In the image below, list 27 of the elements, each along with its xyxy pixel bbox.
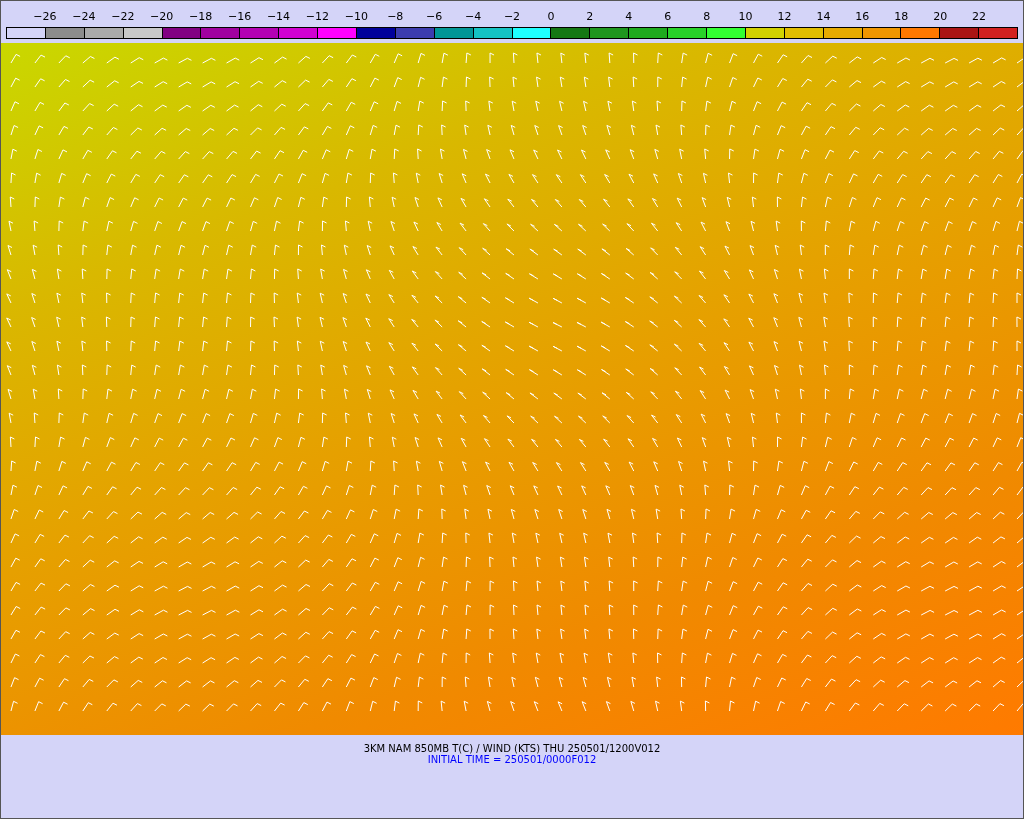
scale-label: −6 xyxy=(425,9,444,23)
scale-label: 10 xyxy=(737,9,754,23)
scale-label: −2 xyxy=(502,9,522,23)
scale-label: 22 xyxy=(971,9,988,23)
scale-label: −18 xyxy=(188,9,214,23)
scale-label: 18 xyxy=(893,9,910,23)
chart-title: 3KM NAM 850MB T(C) / WIND (KTS) THU 250501/1200V012 xyxy=(363,743,661,754)
scale-label: 12 xyxy=(776,9,793,23)
scale-label: −4 xyxy=(464,9,483,23)
scale-label: −10 xyxy=(343,9,369,23)
scale-label: 4 xyxy=(624,9,634,23)
scale-label: 16 xyxy=(854,9,871,23)
initial-time-text: INITIAL TIME = 250501/0000F012 xyxy=(427,754,597,765)
scale-label: 2 xyxy=(585,9,595,23)
scale-label: −22 xyxy=(110,9,136,23)
scale-label: −20 xyxy=(149,9,175,23)
scale-label: −14 xyxy=(265,9,292,23)
scale-label: −12 xyxy=(304,9,330,23)
scale-label: −8 xyxy=(386,9,405,23)
scale-label: −16 xyxy=(226,9,253,23)
scale-label: −24 xyxy=(71,9,97,23)
scale-label: 20 xyxy=(932,9,949,23)
scale-label: 6 xyxy=(663,9,673,23)
scale-label: 14 xyxy=(815,9,832,23)
scale-label: 8 xyxy=(702,9,712,23)
scale-label: 0 xyxy=(546,9,556,23)
scale-label: −26 xyxy=(32,9,58,23)
